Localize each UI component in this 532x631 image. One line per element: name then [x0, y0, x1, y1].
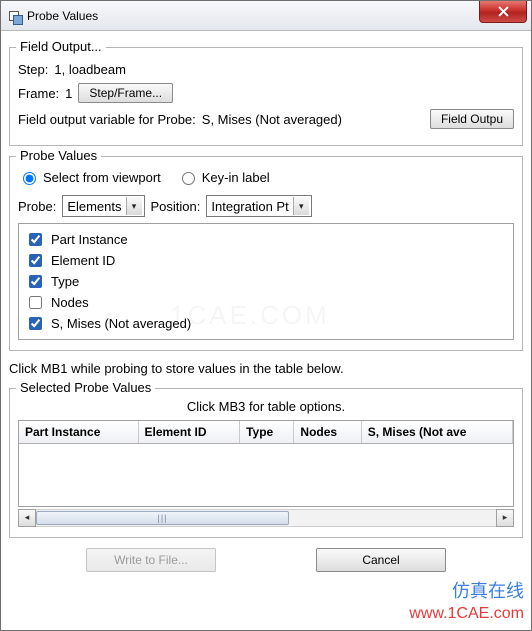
- check-nodes-box[interactable]: [29, 296, 42, 309]
- check-type-box[interactable]: [29, 275, 42, 288]
- position-select[interactable]: Integration Pt ▾: [206, 195, 311, 217]
- col-element-id[interactable]: Element ID: [138, 421, 240, 444]
- step-label: Step:: [18, 62, 48, 77]
- field-output-button[interactable]: Field Outpu: [430, 109, 514, 129]
- check-s-mises[interactable]: S, Mises (Not averaged): [25, 314, 507, 333]
- mb3-hint: Click MB3 for table options.: [18, 399, 514, 414]
- cancel-button[interactable]: Cancel: [316, 548, 446, 572]
- watermark-url: www.1CAE.com: [409, 605, 524, 623]
- check-s-mises-label: S, Mises (Not averaged): [51, 316, 191, 331]
- col-nodes[interactable]: Nodes: [294, 421, 361, 444]
- probe-label: Probe:: [18, 199, 56, 214]
- probe-select-value: Elements: [67, 199, 121, 214]
- probe-select[interactable]: Elements ▾: [62, 195, 144, 217]
- window-title: Probe Values: [27, 9, 98, 23]
- scroll-left-icon[interactable]: ◂: [18, 509, 36, 527]
- field-output-label: Field Output...: [16, 39, 106, 54]
- check-element-id[interactable]: Element ID: [25, 251, 507, 270]
- close-button[interactable]: [479, 1, 527, 23]
- check-part-instance-label: Part Instance: [51, 232, 128, 247]
- check-nodes-label: Nodes: [51, 295, 89, 310]
- position-label: Position:: [151, 199, 201, 214]
- close-icon: [498, 6, 509, 17]
- radio-keyin-label: Key-in label: [202, 170, 270, 185]
- frame-value: 1: [65, 86, 72, 101]
- watermark-cn: 仿真在线: [452, 577, 524, 603]
- step-value: 1, loadbeam: [54, 62, 126, 77]
- probe-values-group: Probe Values Select from viewport Key-in…: [9, 156, 523, 351]
- step-frame-button[interactable]: Step/Frame...: [78, 83, 173, 103]
- write-to-file-button: Write to File...: [86, 548, 216, 572]
- check-s-mises-box[interactable]: [29, 317, 42, 330]
- app-icon: [7, 9, 21, 23]
- check-type[interactable]: Type: [25, 272, 507, 291]
- radio-viewport-label: Select from viewport: [43, 170, 161, 185]
- scroll-thumb[interactable]: |||: [36, 511, 289, 525]
- radio-select-viewport[interactable]: Select from viewport: [18, 169, 161, 185]
- chevron-down-icon: ▾: [293, 197, 309, 215]
- scroll-track[interactable]: |||: [36, 509, 496, 527]
- col-type[interactable]: Type: [240, 421, 294, 444]
- variable-label: Field output variable for Probe:: [18, 112, 196, 127]
- chevron-down-icon: ▾: [126, 197, 142, 215]
- check-part-instance-box[interactable]: [29, 233, 42, 246]
- radio-keyin-input[interactable]: [182, 172, 195, 185]
- radio-viewport-input[interactable]: [23, 172, 36, 185]
- variable-value: S, Mises (Not averaged): [202, 112, 342, 127]
- selected-probe-values-group: Selected Probe Values Click MB3 for tabl…: [9, 388, 523, 538]
- check-nodes[interactable]: Nodes: [25, 293, 507, 312]
- table-body-empty: [19, 444, 513, 506]
- output-fields-checklist: Part Instance Element ID Type Nodes S, M…: [18, 223, 514, 340]
- results-table: Part Instance Element ID Type Nodes S, M…: [18, 420, 514, 507]
- probe-values-label: Probe Values: [16, 148, 101, 163]
- scroll-right-icon[interactable]: ▸: [496, 509, 514, 527]
- check-type-label: Type: [51, 274, 79, 289]
- check-element-id-box[interactable]: [29, 254, 42, 267]
- horizontal-scrollbar[interactable]: ◂ ||| ▸: [18, 509, 514, 527]
- selected-probe-values-label: Selected Probe Values: [16, 380, 155, 395]
- field-output-group: Field Output... Step: 1, loadbeam Frame:…: [9, 47, 523, 146]
- mb1-hint: Click MB1 while probing to store values …: [9, 361, 523, 376]
- check-element-id-label: Element ID: [51, 253, 115, 268]
- col-s-mises[interactable]: S, Mises (Not ave: [361, 421, 512, 444]
- check-part-instance[interactable]: Part Instance: [25, 230, 507, 249]
- col-part-instance[interactable]: Part Instance: [19, 421, 138, 444]
- frame-label: Frame:: [18, 86, 59, 101]
- position-select-value: Integration Pt: [211, 199, 288, 214]
- radio-keyin-label-item[interactable]: Key-in label: [177, 169, 270, 185]
